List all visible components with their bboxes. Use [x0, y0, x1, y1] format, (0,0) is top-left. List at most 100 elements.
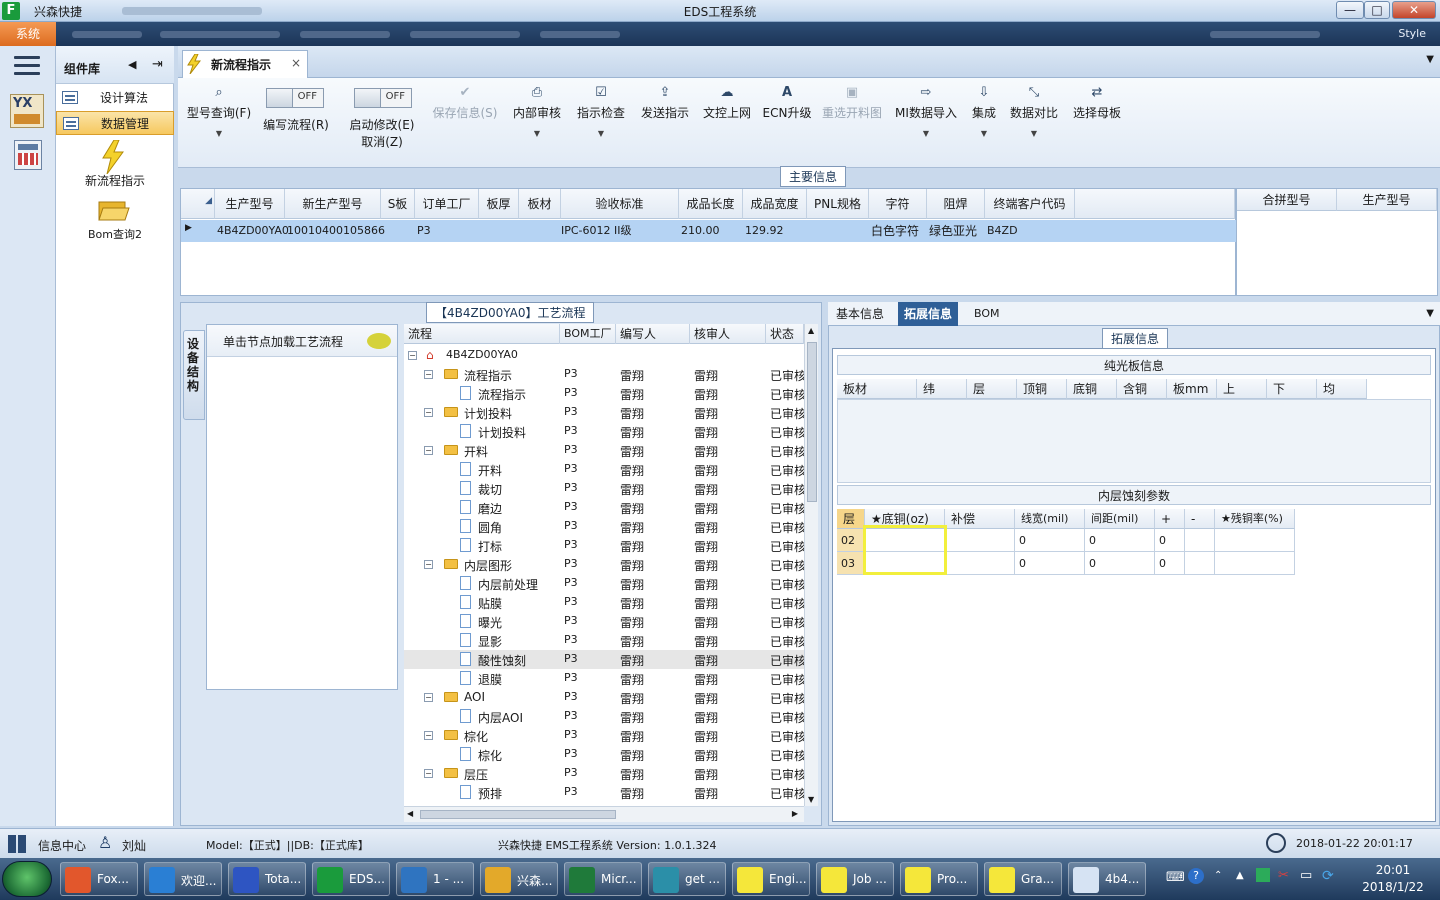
instruction-check-button[interactable]: ☑ 指示检查 ▼	[574, 84, 628, 138]
column-header[interactable]: 补偿	[945, 509, 1015, 529]
keyboard-icon[interactable]: ⌨	[1166, 870, 1185, 885]
column-header[interactable]: 底铜	[1067, 379, 1117, 399]
column-header[interactable]: 订单工厂	[415, 189, 479, 219]
style-menu[interactable]: Style	[1398, 27, 1426, 40]
chevron-down-icon[interactable]: ▼	[574, 129, 628, 138]
folder-open-icon[interactable]	[98, 198, 130, 222]
component-item-data-management[interactable]: 数据管理	[56, 111, 174, 135]
tab-extended-info[interactable]: 拓展信息	[898, 302, 959, 326]
write-process-toggle[interactable]: OFF	[266, 88, 324, 108]
integrate-button[interactable]: ⇩ 集成 ▼	[968, 84, 1000, 138]
etch-cell-residual[interactable]	[1215, 529, 1295, 552]
column-header[interactable]: 板mm	[1167, 379, 1217, 399]
doc-control-online-button[interactable]: ☁ 文控上网	[700, 84, 754, 121]
table-cell[interactable]: 4B4ZD00YA0	[217, 220, 289, 242]
column-header[interactable]: 板厚	[479, 189, 519, 219]
etch-cell-comp[interactable]	[945, 529, 1015, 552]
scroll-down-icon[interactable]: ▼	[808, 795, 814, 804]
collapse-icon[interactable]: −	[424, 769, 433, 778]
chevron-down-icon[interactable]: ▼	[894, 129, 958, 138]
link-bom-query2[interactable]: Bom查询2	[56, 226, 174, 242]
tab-close-icon[interactable]: ×	[291, 56, 301, 70]
column-header[interactable]: 生产型号	[1337, 189, 1437, 211]
info-center-link[interactable]: 信息中心	[38, 837, 86, 854]
column-header[interactable]: -	[1185, 509, 1215, 529]
column-header[interactable]: 状态	[766, 324, 804, 344]
column-header[interactable]: 编写人	[616, 324, 690, 344]
collapse-icon[interactable]: −	[424, 560, 433, 569]
scrollbar-thumb[interactable]	[420, 810, 616, 819]
chevron-down-icon[interactable]: ▼	[510, 129, 564, 138]
tray-network-icon[interactable]: ✂	[1278, 868, 1289, 883]
taskbar-button[interactable]: EDS...	[312, 862, 390, 896]
table-cell[interactable]: P3	[417, 220, 431, 242]
scroll-up-icon[interactable]: ▲	[808, 326, 814, 335]
start-modify-toggle[interactable]: OFF	[354, 88, 412, 108]
tree-row[interactable]: 预排 P3 雷翔 雷翔 已审核	[404, 783, 804, 802]
taskbar-button[interactable]: 兴森...	[480, 862, 558, 896]
apps-grid-icon[interactable]	[8, 835, 28, 853]
tab-dropdown-icon[interactable]: ▼	[1426, 308, 1434, 319]
tree-row[interactable]: 退膜 P3 雷翔 雷翔 已审核	[404, 669, 804, 688]
tab-new-process-instruction[interactable]: 新流程指示 ×	[182, 50, 308, 78]
etch-cell-layer[interactable]: 03	[837, 552, 865, 575]
mi-data-import-button[interactable]: ⇨ MI数据导入 ▼	[894, 84, 958, 138]
taskbar-button[interactable]: Fox...	[60, 862, 138, 896]
tree-row[interactable]: 计划投料 P3 雷翔 雷翔 已审核	[404, 422, 804, 441]
taskbar-button[interactable]: Micr...	[564, 862, 642, 896]
collapse-icon[interactable]: −	[424, 408, 433, 417]
tree-row[interactable]: 显影 P3 雷翔 雷翔 已审核	[404, 631, 804, 650]
column-header[interactable]: 新生产型号	[285, 189, 381, 219]
etch-cell-space[interactable]: 0	[1085, 529, 1155, 552]
close-button[interactable]: ✕	[1392, 1, 1436, 19]
minimize-button[interactable]: —	[1336, 1, 1364, 19]
taskbar-button[interactable]: Pro...	[900, 862, 978, 896]
tree-row[interactable]: 流程指示 P3 雷翔 雷翔 已审核	[404, 384, 804, 403]
etch-cell-layer[interactable]: 02	[837, 529, 865, 552]
etch-cell-comp[interactable]	[945, 552, 1015, 575]
column-header[interactable]: 终端客户代码	[985, 189, 1075, 219]
maximize-button[interactable]: □	[1364, 1, 1390, 19]
tree-row[interactable]: 开料 P3 雷翔 雷翔 已审核	[404, 460, 804, 479]
column-header[interactable]: 均	[1317, 379, 1367, 399]
process-tree-vertical-scrollbar[interactable]: ▲ ▼	[804, 324, 818, 806]
etch-cell-residual[interactable]	[1215, 552, 1295, 575]
start-button[interactable]	[2, 861, 52, 897]
column-header[interactable]: 验收标准	[561, 189, 679, 219]
tree-row[interactable]: − 内层图形 P3 雷翔 雷翔 已审核	[404, 555, 804, 574]
lightning-icon[interactable]	[100, 139, 126, 175]
send-instruction-button[interactable]: ⇪ 发送指示	[638, 84, 692, 121]
tree-row[interactable]: 棕化 P3 雷翔 雷翔 已审核	[404, 745, 804, 764]
taskbar-button[interactable]: Tota...	[228, 862, 306, 896]
tray-up-icon[interactable]: ▲	[1236, 870, 1244, 881]
scroll-right-icon[interactable]: ▶	[792, 809, 798, 818]
taskbar-button[interactable]: Engi...	[732, 862, 810, 896]
model-query-button[interactable]: ⌕ 型号查询(F) ▼	[184, 84, 254, 138]
chevron-down-icon[interactable]: ▼	[1008, 129, 1060, 138]
tree-root-row[interactable]: − ⌂ 4B4ZD00YA0	[404, 346, 804, 365]
etch-cell-plus[interactable]: 0	[1155, 529, 1185, 552]
collapse-icon[interactable]: −	[424, 370, 433, 379]
column-header[interactable]: 上	[1217, 379, 1267, 399]
chevron-down-icon[interactable]: ▼	[968, 129, 1000, 138]
etch-cell-minus[interactable]	[1185, 552, 1215, 575]
taskbar-button[interactable]: 欢迎...	[144, 862, 222, 896]
column-header[interactable]: 层	[837, 509, 865, 529]
link-new-process-instruction[interactable]: 新流程指示	[56, 172, 174, 189]
process-tree-horizontal-scrollbar[interactable]: ◀ ▶	[404, 806, 804, 822]
tab-bom[interactable]: BOM	[968, 302, 1006, 326]
table-cell[interactable]: 绿色亚光	[929, 220, 977, 242]
taskbar-button[interactable]: get ...	[648, 862, 726, 896]
tree-row[interactable]: 酸性蚀刻 P3 雷翔 雷翔 已审核	[404, 650, 804, 669]
tree-row[interactable]: 贴膜 P3 雷翔 雷翔 已审核	[404, 593, 804, 612]
help-icon[interactable]: ?	[1188, 868, 1204, 884]
tree-row[interactable]: 内层AOI P3 雷翔 雷翔 已审核	[404, 707, 804, 726]
tab-dropdown-icon[interactable]: ▼	[1426, 54, 1434, 65]
column-header[interactable]: 下	[1267, 379, 1317, 399]
column-header[interactable]: S板	[381, 189, 415, 219]
tab-basic-info[interactable]: 基本信息	[830, 302, 890, 326]
reselect-cutting-chart-button[interactable]: ▣ 重选开料图	[820, 84, 884, 121]
component-item-design-algorithm[interactable]: 设计算法	[56, 86, 174, 110]
column-header[interactable]: 纬	[917, 379, 967, 399]
system-clock[interactable]: 20:01 2018/1/22	[1348, 862, 1438, 896]
